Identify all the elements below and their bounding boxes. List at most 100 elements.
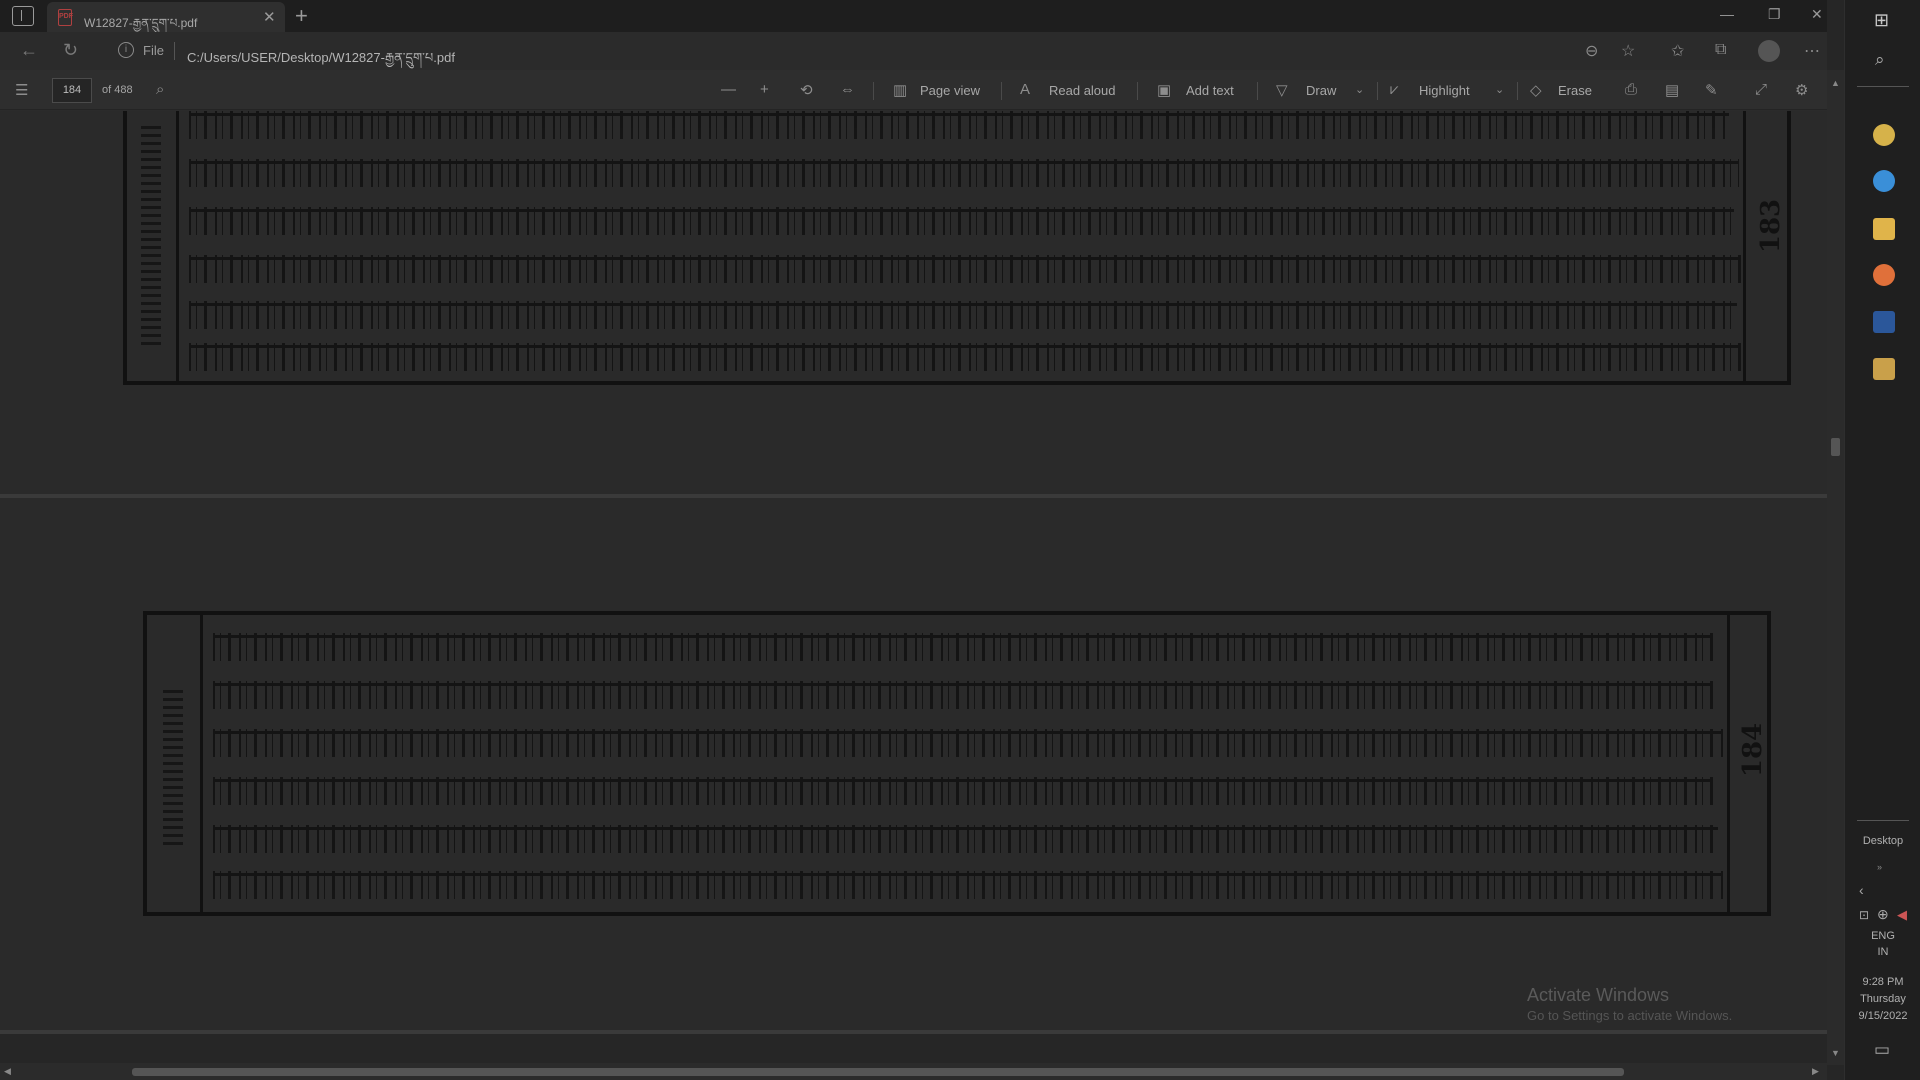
collections-icon[interactable]: ⧉ [1715,41,1726,59]
add-text-button[interactable]: Add text [1186,83,1234,98]
eraser-icon: ◇ [1530,82,1542,99]
scroll-up-icon[interactable]: ▲ [1831,78,1840,88]
minimize-icon[interactable]: — [1720,6,1734,22]
activate-windows-title: Activate Windows [1527,985,1670,1005]
tab-pdf-document[interactable]: PDF W12827-རྒྱན་དྲུག་པ.pdf ✕ [47,2,285,32]
address-bar: ← ↻ i File C:/Users/USER/Desktop/W12827-… [0,32,1827,70]
script-line [189,255,1741,283]
profile-avatar[interactable] [1758,40,1780,62]
save-icon[interactable]: ▤ [1665,81,1679,99]
scroll-left-icon[interactable]: ◀ [4,1066,11,1077]
manuscript-folio-184: 184 [143,611,1771,916]
pdf-viewer[interactable]: 183 184 Activate Windows Go to Settings … [0,111,1827,1065]
highlight-chevron-down-icon[interactable]: ⌄ [1495,83,1504,96]
new-tab-button[interactable]: + [295,3,308,29]
page-view-button[interactable]: Page view [920,83,980,98]
tab-close-icon[interactable]: ✕ [263,8,276,26]
folio-right-margin: 184 [1727,615,1769,912]
highlight-icon: ⩗ [1390,81,1399,98]
volume-muted-icon[interactable]: ◀ [1897,907,1907,923]
contents-icon[interactable]: ☰ [15,81,28,99]
toolbar-divider [1137,82,1138,100]
close-window-icon[interactable]: ✕ [1811,6,1823,23]
draw-icon: ▽ [1276,82,1288,99]
fit-to-width-icon[interactable]: ⇔ [840,81,855,98]
print-icon[interactable]: ⎙ [1625,81,1637,98]
tab-actions-icon[interactable] [12,6,34,26]
margin-script [141,125,161,345]
folio-number: 183 [1756,198,1787,254]
search-icon[interactable]: ⌕ [1875,50,1885,70]
refresh-icon[interactable]: ↻ [63,40,78,61]
script-line [189,159,1739,187]
manuscript-folio-183: 183 [123,111,1791,385]
edge-icon[interactable] [1873,170,1895,192]
script-line [189,301,1737,329]
zoom-out-icon[interactable]: ⊖ [1585,41,1598,61]
site-info-icon[interactable]: i [118,42,134,58]
favorites-icon[interactable]: ✩ [1671,41,1684,61]
scroll-down-icon[interactable]: ▼ [1831,1048,1840,1058]
rotate-icon[interactable]: ⟲ [800,81,813,99]
margin-script [163,685,183,845]
file-scheme-label: File [143,43,164,58]
taskbar-divider [1857,820,1909,821]
zoom-in-button[interactable]: + [760,81,769,98]
desktop-toolbar-label[interactable]: Desktop [1845,835,1920,847]
network-icon[interactable]: ⊡ [1859,908,1869,922]
scroll-right-icon[interactable]: ▶ [1812,1066,1819,1077]
toolbar-divider [873,82,874,100]
highlight-button[interactable]: Highlight [1419,83,1470,98]
vertical-scroll-thumb[interactable] [1831,438,1840,456]
toolbar-divider [1257,82,1258,100]
script-line [213,729,1723,757]
folio-left-margin [147,615,203,912]
vertical-scrollbar[interactable]: ▲ ▼ [1827,70,1844,1065]
horizontal-scrollbar[interactable]: ◀ ▶ [0,1063,1827,1080]
activate-windows-subtitle: Go to Settings to activate Windows. [1527,1008,1733,1023]
find-search-icon[interactable]: ⌕ [156,81,164,98]
address-divider [174,42,175,60]
script-line [213,825,1718,853]
start-windows-icon[interactable]: ⊞ [1874,10,1889,31]
archive-app-icon[interactable] [1873,358,1895,380]
settings-gear-icon[interactable]: ⚙ [1795,81,1808,99]
windows-taskbar: ⊞ ⌕ Desktop » ‹ ⊡ ⊕ ◀ ENG IN 9:28 PM Thu… [1844,0,1920,1080]
zoom-out-button[interactable]: — [721,81,736,98]
horizontal-scroll-thumb[interactable] [132,1068,1624,1076]
folio-number: 184 [1738,722,1769,778]
file-explorer-icon[interactable] [1873,218,1895,240]
notifications-icon[interactable]: ▭ [1874,1040,1890,1060]
show-hidden-icons-chevron-icon[interactable]: ‹ [1859,882,1864,898]
browser-window: PDF W12827-རྒྱན་དྲུག་པ.pdf ✕ + — ❐ ✕ ← ↻… [0,0,1844,1080]
page-number-input[interactable]: 184 [52,78,92,103]
chrome-icon[interactable] [1873,124,1895,146]
fullscreen-icon[interactable]: ⤢ [1755,81,1767,98]
save-as-icon[interactable]: ✎ [1705,81,1718,99]
taskbar-divider [1857,86,1909,87]
tab-strip: PDF W12827-རྒྱན་དྲུག་པ.pdf ✕ + — ❐ ✕ [0,0,1827,32]
add-favorite-icon[interactable]: ☆ [1621,41,1635,61]
more-menu-icon[interactable]: ⋯ [1804,41,1820,61]
erase-button[interactable]: Erase [1558,83,1592,98]
script-line [213,633,1713,661]
read-aloud-button[interactable]: Read aloud [1049,83,1116,98]
script-line [189,343,1741,371]
draw-button[interactable]: Draw [1306,83,1336,98]
screen: PDF W12827-རྒྱན་དྲུག་པ.pdf ✕ + — ❐ ✕ ← ↻… [0,0,1920,1080]
pdf-file-icon: PDF [58,9,73,26]
activate-windows-watermark: Activate Windows Go to Settings to activ… [1527,985,1732,1023]
clock-date[interactable]: 9/15/2022 [1845,1010,1920,1022]
firefox-icon[interactable] [1873,264,1895,286]
script-line [213,777,1713,805]
back-icon[interactable]: ← [20,40,38,61]
draw-chevron-down-icon[interactable]: ⌄ [1355,83,1364,96]
clock-day[interactable]: Thursday [1845,993,1920,1005]
word-icon[interactable] [1873,311,1895,333]
restore-icon[interactable]: ❐ [1768,6,1781,23]
expand-chevron-icon[interactable]: » [1877,862,1882,872]
input-language[interactable]: ENG [1845,930,1920,942]
globe-icon[interactable]: ⊕ [1877,906,1889,923]
clock-time[interactable]: 9:28 PM [1845,976,1920,988]
input-region[interactable]: IN [1845,946,1920,958]
